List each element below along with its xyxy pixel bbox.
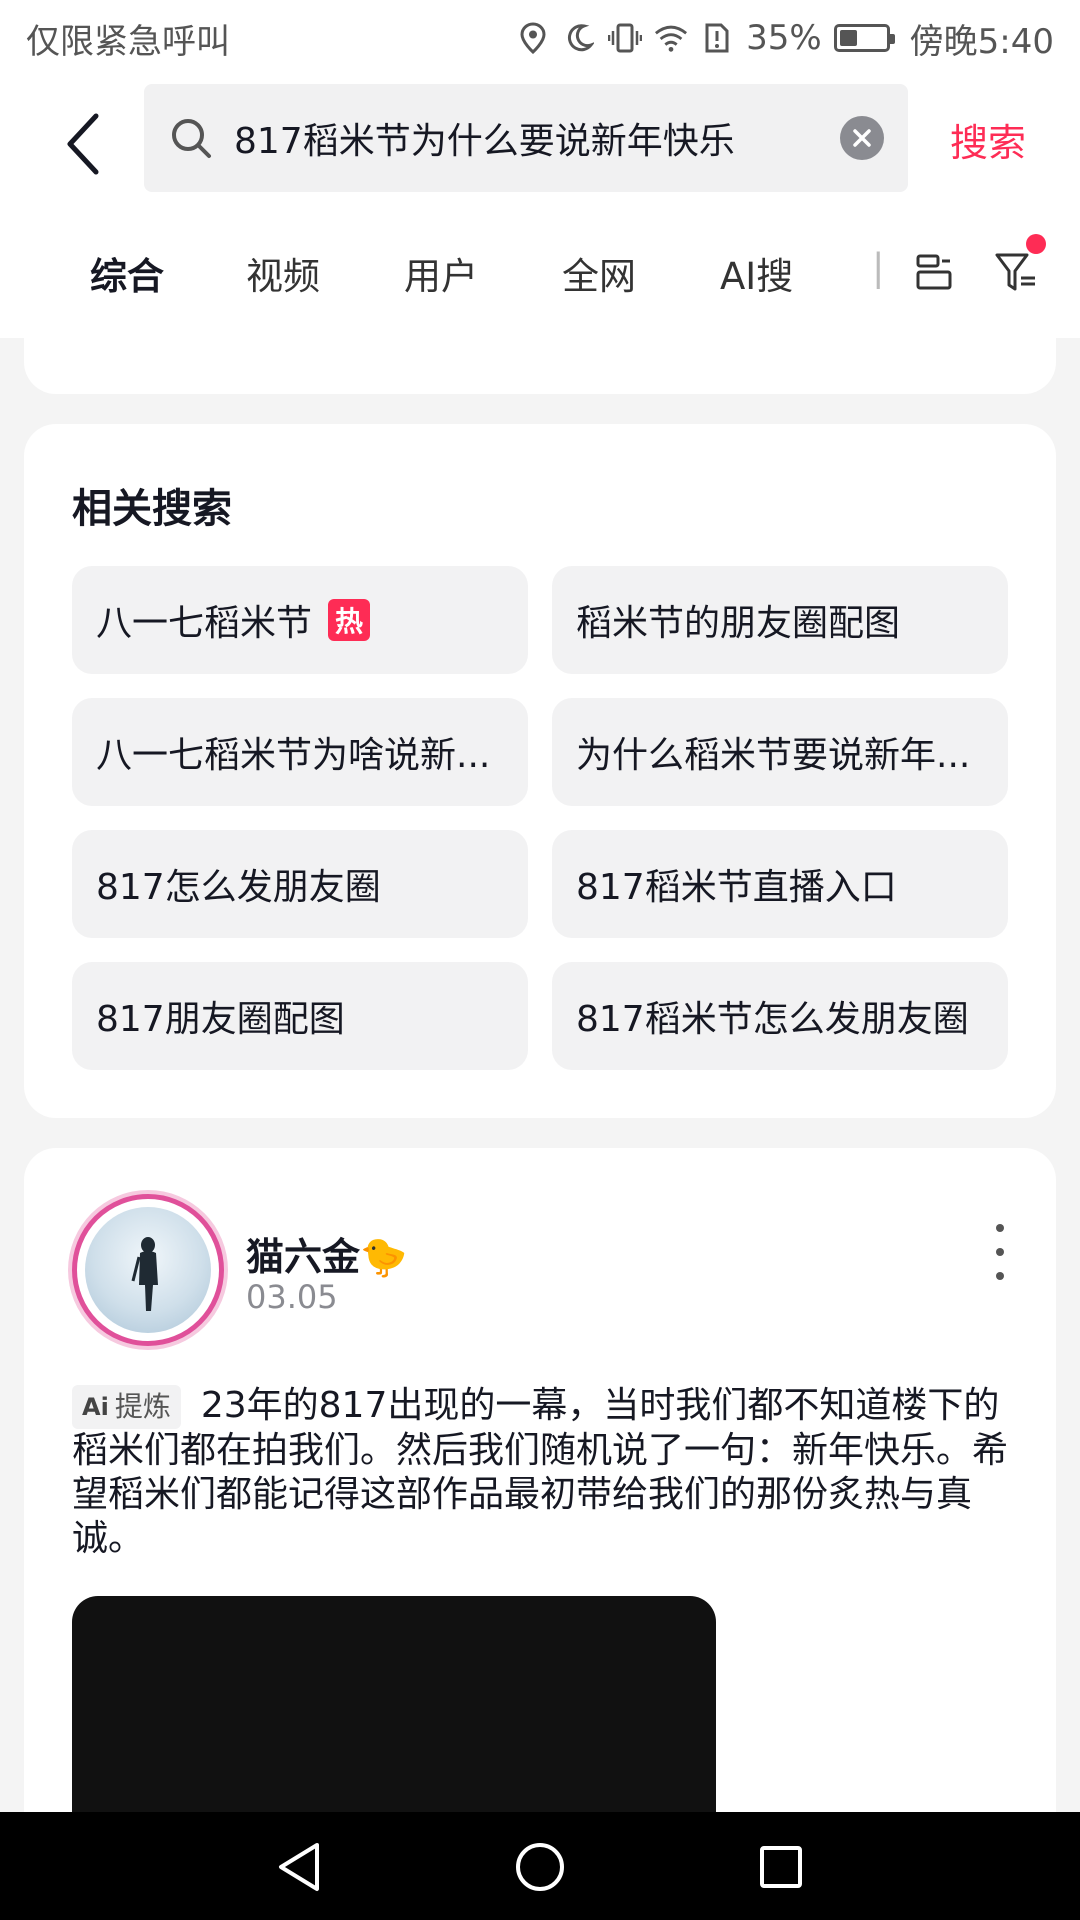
filter-button[interactable] — [992, 248, 1040, 296]
tab-web[interactable]: 全网 — [562, 246, 636, 300]
filter-icon — [995, 253, 1035, 291]
search-input[interactable]: 817稻米节为什么要说新年快乐 — [144, 84, 908, 192]
related-search-chip[interactable]: 为什么稻米节要说新年... — [552, 698, 1008, 806]
system-navigation-bar — [0, 1812, 1080, 1920]
filter-notification-dot — [1026, 234, 1046, 254]
search-submit-button[interactable]: 搜索 — [950, 112, 1026, 167]
related-search-chip[interactable]: 八一七稻米节为啥说新... — [72, 698, 528, 806]
avatar[interactable] — [72, 1194, 224, 1346]
nav-back-button[interactable] — [272, 1840, 326, 1894]
related-searches-card: 相关搜索 八一七稻米节 热 稻米节的朋友圈配图 八一七稻米节为啥说新... 为什… — [24, 424, 1056, 1118]
more-dot-icon — [996, 1272, 1004, 1280]
more-dot-icon — [996, 1224, 1004, 1232]
list-layout-icon — [916, 254, 952, 290]
list-view-button[interactable] — [910, 248, 958, 296]
post-text[interactable]: Ai 提炼 23年的817出现的一幕，当时我们都不知道楼下的稻米们都在拍我们。然后我… — [72, 1384, 1022, 1561]
sim-alert-icon — [700, 21, 734, 55]
more-options-button[interactable] — [980, 1224, 1020, 1280]
clear-search-button[interactable] — [840, 116, 884, 160]
person-silhouette-icon — [131, 1237, 158, 1311]
status-icons: 35% 傍晚5:40 — [516, 14, 1054, 63]
vibrate-icon — [608, 21, 643, 55]
nav-recents-button[interactable] — [754, 1840, 808, 1894]
post-date: 03.05 — [246, 1278, 338, 1316]
avatar-image — [85, 1207, 211, 1333]
nav-home-button[interactable] — [513, 1840, 567, 1894]
do-not-disturb-moon-icon — [562, 21, 596, 55]
related-searches-title: 相关搜索 — [72, 486, 232, 532]
back-button[interactable] — [52, 104, 112, 184]
tab-comprehensive[interactable]: 综合 — [90, 246, 164, 300]
ai-summary-tag[interactable]: Ai 提炼 — [72, 1385, 181, 1429]
carrier-status: 仅限紧急呼叫 — [26, 21, 230, 62]
ai-icon: Ai — [82, 1393, 109, 1421]
square-recents-icon — [760, 1846, 802, 1888]
chevron-left-icon — [67, 113, 99, 175]
clock: 傍晚5:40 — [909, 21, 1054, 62]
more-dot-icon — [996, 1248, 1004, 1256]
author-name[interactable]: 猫六金🐤 — [246, 1226, 407, 1281]
triangle-back-icon — [279, 1843, 319, 1891]
related-search-chip[interactable]: 八一七稻米节 热 — [72, 566, 528, 674]
battery-percent: 35% — [746, 18, 822, 58]
search-header: 817稻米节为什么要说新年快乐 搜索 — [0, 76, 1080, 206]
tab-users[interactable]: 用户 — [404, 246, 478, 300]
tab-overflow-fade: | — [872, 246, 885, 289]
search-icon — [168, 115, 214, 161]
circle-home-icon — [516, 1843, 564, 1891]
location-icon — [516, 21, 550, 55]
hot-badge: 热 — [328, 599, 371, 641]
related-search-chip[interactable]: 817稻米节直播入口 — [552, 830, 1008, 938]
post-body: 23年的817出现的一幕，当时我们都不知道楼下的稻米们都在拍我们。然后我们随机说… — [72, 1385, 1009, 1559]
status-bar: 仅限紧急呼叫 35% 傍晚5:40 — [0, 0, 1080, 76]
related-search-chip[interactable]: 稻米节的朋友圈配图 — [552, 566, 1008, 674]
related-search-chip[interactable]: 817怎么发朋友圈 — [72, 830, 528, 938]
related-search-chip[interactable]: 817朋友圈配图 — [72, 962, 528, 1070]
wifi-icon — [654, 21, 688, 55]
related-search-chip[interactable]: 817稻米节怎么发朋友圈 — [552, 962, 1008, 1070]
tab-ai-search[interactable]: AI搜 — [720, 246, 793, 300]
previous-result-card — [24, 300, 1056, 394]
tab-video[interactable]: 视频 — [246, 246, 320, 300]
close-icon — [853, 129, 871, 147]
post-card[interactable]: 猫六金🐤 03.05 Ai 提炼 23年的817出现的一幕，当时我们都不知道楼下的稻… — [24, 1148, 1056, 1868]
battery-icon — [833, 24, 895, 52]
search-query-text[interactable]: 817稻米节为什么要说新年快乐 — [234, 112, 840, 164]
